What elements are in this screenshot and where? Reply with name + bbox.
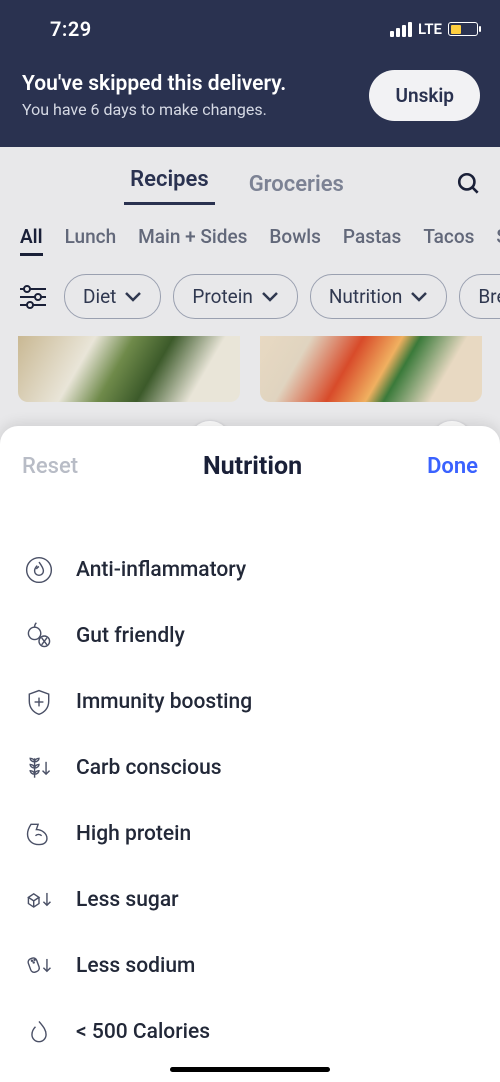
chip-label: Nutrition [329, 285, 402, 308]
chip-diet[interactable]: Diet [64, 274, 161, 319]
chevron-down-icon [261, 291, 279, 303]
status-time: 7:29 [50, 17, 92, 41]
shield-plus-icon [22, 685, 56, 719]
done-button[interactable]: Done [427, 454, 478, 479]
chevron-down-icon [410, 291, 428, 303]
wheat-down-icon [22, 751, 56, 785]
veggie-icon [22, 619, 56, 653]
option-label: Less sugar [76, 888, 179, 912]
category-stirfries[interactable]: Stir-Frie [496, 225, 500, 248]
chip-label: Protein [192, 285, 252, 308]
sugar-down-icon [22, 883, 56, 917]
category-row[interactable]: All Lunch Main + Sides Bowls Pastas Taco… [0, 205, 500, 256]
chip-protein[interactable]: Protein [173, 274, 297, 319]
bicep-icon [22, 817, 56, 851]
option-less-sugar[interactable]: Less sugar [22, 867, 478, 933]
option-label: Immunity boosting [76, 690, 252, 714]
recipe-image [18, 336, 240, 402]
banner-subtitle: You have 6 days to make changes. [22, 100, 286, 119]
search-icon[interactable] [456, 171, 482, 197]
category-tacos[interactable]: Tacos [423, 225, 474, 248]
tab-groceries[interactable]: Groceries [243, 168, 350, 201]
option-high-protein[interactable]: High protein [22, 801, 478, 867]
nutrition-filter-sheet: Reset Nutrition Done Anti-inflammatory G… [0, 426, 500, 1082]
nutrition-options-list: Anti-inflammatory Gut friendly Immunity … [22, 537, 478, 1065]
chip-breakfast[interactable]: Breakf [459, 274, 500, 319]
option-label: High protein [76, 822, 191, 846]
flame-leaf-icon [22, 553, 56, 587]
option-label: Less sodium [76, 954, 195, 978]
option-label: Anti-inflammatory [76, 558, 246, 582]
banner-title: You've skipped this delivery. [22, 72, 286, 96]
option-immunity-boosting[interactable]: Immunity boosting [22, 669, 478, 735]
filter-sliders-icon[interactable] [18, 285, 48, 309]
option-carb-conscious[interactable]: Carb conscious [22, 735, 478, 801]
reset-button[interactable]: Reset [22, 454, 78, 479]
chip-nutrition[interactable]: Nutrition [310, 274, 447, 319]
option-under-500-calories[interactable]: < 500 Calories [22, 999, 478, 1065]
filter-chip-row[interactable]: Diet Protein Nutrition Breakf [0, 256, 500, 338]
calorie-icon [22, 1015, 56, 1049]
option-label: Carb conscious [76, 756, 222, 780]
chip-label: Diet [83, 285, 116, 308]
salt-down-icon [22, 949, 56, 983]
recipe-image [260, 336, 482, 402]
network-label: LTE [418, 20, 442, 38]
category-all[interactable]: All [20, 225, 43, 248]
category-lunch[interactable]: Lunch [65, 225, 117, 248]
option-gut-friendly[interactable]: Gut friendly [22, 603, 478, 669]
category-bowls[interactable]: Bowls [269, 225, 321, 248]
tab-recipes[interactable]: Recipes [124, 163, 215, 205]
option-label: < 500 Calories [76, 1020, 210, 1044]
delivery-banner: You've skipped this delivery. You have 6… [0, 54, 500, 147]
chip-label: Breakf [478, 285, 500, 308]
category-pastas[interactable]: Pastas [343, 225, 401, 248]
chevron-down-icon [124, 291, 142, 303]
signal-bars-icon [390, 22, 412, 37]
option-anti-inflammatory[interactable]: Anti-inflammatory [22, 537, 478, 603]
option-label: Gut friendly [76, 624, 185, 648]
option-less-sodium[interactable]: Less sodium [22, 933, 478, 999]
category-main-sides[interactable]: Main + Sides [138, 225, 247, 248]
sheet-title: Nutrition [203, 452, 302, 481]
main-tabs: Recipes Groceries [0, 147, 500, 205]
status-bar: 7:29 LTE [0, 0, 500, 54]
battery-icon [448, 22, 478, 36]
home-indicator[interactable] [170, 1067, 330, 1072]
unskip-button[interactable]: Unskip [369, 70, 480, 121]
